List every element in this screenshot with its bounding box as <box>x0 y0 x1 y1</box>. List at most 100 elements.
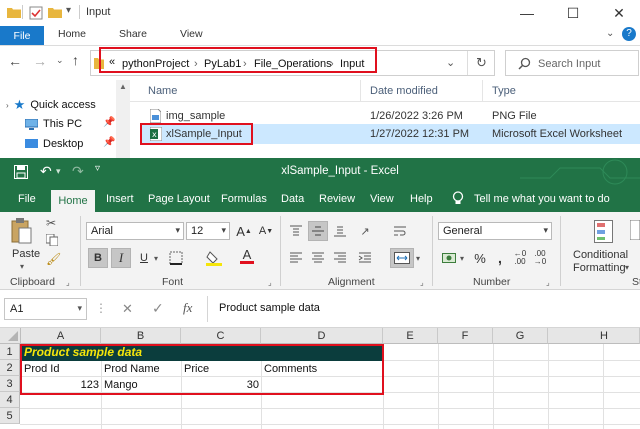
tab-data[interactable]: Data <box>281 193 304 205</box>
select-all-button[interactable] <box>0 328 21 344</box>
clipboard-launcher-icon[interactable]: ⌟ <box>66 278 70 287</box>
underline-button[interactable]: U <box>134 248 154 268</box>
comma-style-button[interactable]: , <box>490 248 510 268</box>
orientation-icon[interactable]: ↗ <box>355 221 375 241</box>
increase-decimal-icon[interactable]: ←0.00 <box>510 248 530 268</box>
borders-icon[interactable] <box>166 248 186 268</box>
search-box[interactable]: Search Input <box>505 50 639 76</box>
tell-me-search[interactable]: Tell me what you want to do <box>474 193 610 205</box>
tab-view[interactable]: View <box>180 28 203 40</box>
minimize-button[interactable]: — <box>504 0 550 26</box>
more-options-icon[interactable]: ⋮ <box>95 301 107 315</box>
column-header-c[interactable]: C <box>181 328 261 344</box>
column-header-h[interactable]: H <box>548 328 640 344</box>
row-header-2[interactable]: 2 <box>0 360 20 376</box>
confirm-entry-icon[interactable]: ✓ <box>152 300 164 317</box>
properties-check-icon[interactable] <box>29 6 43 20</box>
back-arrow-icon[interactable]: ← <box>8 53 22 69</box>
tab-file[interactable]: File <box>18 193 36 205</box>
conditional-formatting-label-2[interactable]: Formatting <box>573 262 626 274</box>
fill-color-icon[interactable] <box>204 248 224 268</box>
format-table-icon[interactable] <box>630 220 640 240</box>
merge-center-icon[interactable] <box>390 248 414 268</box>
formula-input[interactable]: Product sample data <box>219 302 320 314</box>
align-right-icon[interactable] <box>330 248 350 268</box>
tab-review[interactable]: Review <box>319 193 355 205</box>
navigation-scrollbar[interactable]: ▲ <box>116 80 130 158</box>
quick-access-dropdown-icon[interactable]: ▾ <box>66 5 71 16</box>
tab-view[interactable]: View <box>370 193 394 205</box>
row-header-3[interactable]: 3 <box>0 376 20 392</box>
underline-dropdown-icon[interactable]: ▾ <box>154 254 158 263</box>
recent-locations-icon[interactable]: ⌄ <box>56 55 64 66</box>
expand-icon[interactable]: › <box>6 101 9 110</box>
column-header-e[interactable]: E <box>383 328 438 344</box>
paste-button[interactable]: Paste <box>12 248 40 260</box>
align-top-icon[interactable] <box>286 221 306 241</box>
copy-icon[interactable] <box>46 234 58 246</box>
column-header-d[interactable]: D <box>261 328 383 344</box>
column-type[interactable]: Type <box>492 85 516 97</box>
conditional-formatting-label-1[interactable]: Conditional <box>573 249 628 261</box>
paste-dropdown-icon[interactable]: ▾ <box>20 262 24 271</box>
column-header-a[interactable]: A <box>21 328 101 344</box>
pin-icon[interactable]: 📌 <box>103 117 115 128</box>
accounting-dropdown-icon[interactable]: ▾ <box>460 254 464 263</box>
paste-icon[interactable] <box>10 218 32 244</box>
tab-formulas[interactable]: Formulas <box>221 193 267 205</box>
cancel-entry-icon[interactable]: ✕ <box>122 301 133 317</box>
percent-style-button[interactable]: % <box>470 248 490 268</box>
forward-arrow-icon[interactable]: → <box>33 53 47 69</box>
help-icon[interactable]: ? <box>622 27 636 41</box>
decrease-decimal-icon[interactable]: .00 →0 <box>530 248 550 268</box>
column-header-f[interactable]: F <box>438 328 493 344</box>
column-header-g[interactable]: G <box>493 328 548 344</box>
new-folder-icon[interactable] <box>48 6 62 18</box>
align-center-icon[interactable] <box>308 248 328 268</box>
wrap-text-icon[interactable] <box>390 221 410 241</box>
nav-item-this-pc[interactable]: This PC <box>25 118 82 130</box>
align-bottom-icon[interactable] <box>330 221 350 241</box>
name-box[interactable]: A1 ▾ <box>4 298 87 320</box>
column-name[interactable]: Name <box>148 85 177 97</box>
tab-help[interactable]: Help <box>410 193 433 205</box>
tab-insert[interactable]: Insert <box>106 193 134 205</box>
close-button[interactable]: ✕ <box>596 0 640 26</box>
nav-item-quick-access[interactable]: › ★ Quick access <box>6 97 96 113</box>
scroll-up-icon[interactable]: ▲ <box>119 82 127 91</box>
align-middle-icon[interactable] <box>308 221 328 241</box>
pin-icon[interactable]: 📌 <box>103 137 115 148</box>
font-name-select[interactable]: Arial ▾ <box>86 222 184 240</box>
font-size-select[interactable]: 12 ▾ <box>186 222 230 240</box>
format-painter-icon[interactable]: 🖌 <box>46 252 61 266</box>
maximize-button[interactable]: ☐ <box>550 0 596 26</box>
conditional-formatting-icon[interactable] <box>594 220 616 244</box>
expand-ribbon-icon[interactable]: ⌄ <box>606 28 614 39</box>
bold-button[interactable]: B <box>88 248 108 268</box>
align-left-icon[interactable] <box>286 248 306 268</box>
tab-file[interactable]: File <box>0 26 44 45</box>
address-dropdown-icon[interactable]: ⌄ <box>446 56 455 69</box>
search-input[interactable]: Search Input <box>538 58 600 70</box>
accounting-format-icon[interactable] <box>440 248 460 268</box>
refresh-icon[interactable]: ↻ <box>476 55 487 71</box>
row-header-4[interactable]: 4 <box>0 392 20 408</box>
row-header-5[interactable]: 5 <box>0 408 20 424</box>
column-header-b[interactable]: B <box>101 328 181 344</box>
row-header-1[interactable]: 1 <box>0 344 20 360</box>
conditional-dropdown-icon[interactable]: ▾ <box>625 263 629 272</box>
insert-function-button[interactable]: fx <box>183 300 192 316</box>
up-arrow-icon[interactable]: ↑ <box>72 52 79 68</box>
increase-font-icon[interactable]: A ▲ <box>234 221 254 241</box>
number-format-select[interactable]: General ▾ <box>438 222 552 240</box>
tab-home[interactable]: Home <box>58 28 86 40</box>
italic-button[interactable]: I <box>111 248 131 268</box>
indent-icon[interactable] <box>355 248 375 268</box>
column-date-modified[interactable]: Date modified <box>370 85 438 97</box>
font-launcher-icon[interactable]: ⌟ <box>268 278 272 287</box>
tab-home[interactable]: Home <box>51 190 95 212</box>
font-color-icon[interactable]: A <box>237 246 257 266</box>
merge-dropdown-icon[interactable]: ▾ <box>416 254 420 263</box>
number-launcher-icon[interactable]: ⌟ <box>546 278 550 287</box>
tab-page-layout[interactable]: Page Layout <box>148 193 210 205</box>
